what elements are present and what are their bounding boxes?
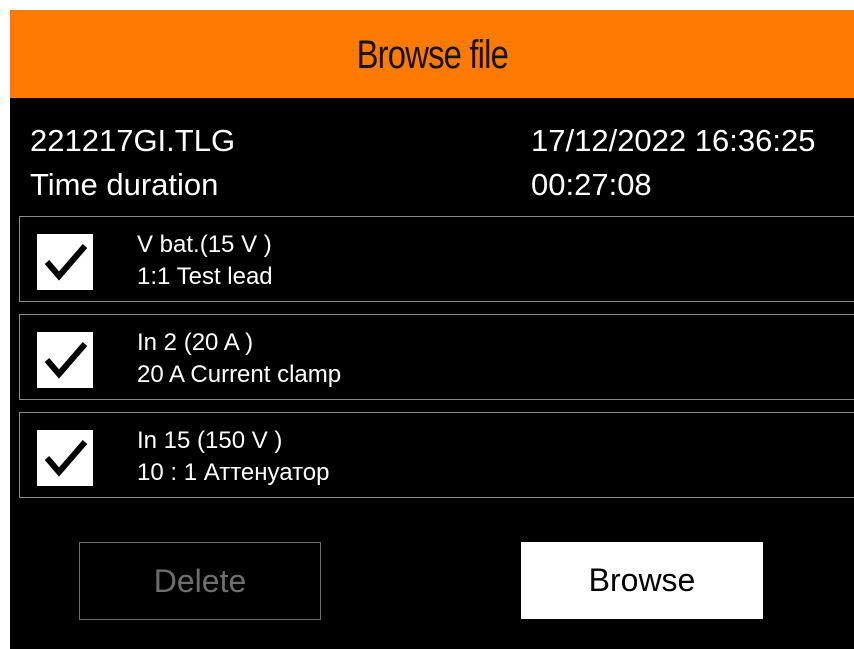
delete-button[interactable]: Delete xyxy=(79,542,321,620)
channel-checkbox[interactable] xyxy=(37,234,93,290)
duration-label: Time duration xyxy=(30,167,219,202)
title-bar: Browse file xyxy=(10,10,854,98)
browse-file-screen: Browse file 221217GI.TLG 17/12/2022 16:3… xyxy=(10,10,854,649)
channel-row[interactable]: In 2 (20 A ) 20 A Current clamp xyxy=(19,314,854,400)
file-datetime: 17/12/2022 16:36:25 xyxy=(531,123,816,158)
checkmark-icon xyxy=(44,342,88,379)
delete-button-label: Delete xyxy=(153,562,247,599)
channel-probe: 20 A Current clamp xyxy=(137,361,342,388)
channel-probe: 10 : 1 Аттенуатор xyxy=(137,459,330,486)
channel-checkbox[interactable] xyxy=(37,430,93,486)
channel-checkbox[interactable] xyxy=(37,332,93,388)
browse-button-label: Browse xyxy=(588,562,696,598)
checkmark-icon xyxy=(44,440,88,477)
page-title: Browse file xyxy=(356,32,508,77)
duration-value: 00:27:08 xyxy=(531,167,652,202)
checkmark-icon xyxy=(44,244,88,281)
browse-button[interactable]: Browse xyxy=(521,542,763,619)
channel-probe: 1:1 Test lead xyxy=(137,263,273,290)
channel-row[interactable]: V bat.(15 V ) 1:1 Test lead xyxy=(19,216,854,302)
channel-row[interactable]: In 15 (150 V ) 10 : 1 Аттенуатор xyxy=(19,412,854,498)
file-name: 221217GI.TLG xyxy=(30,123,236,158)
channel-name: In 15 (150 V ) xyxy=(137,427,283,454)
channel-name: V bat.(15 V ) xyxy=(137,231,272,258)
channel-name: In 2 (20 A ) xyxy=(137,329,254,356)
